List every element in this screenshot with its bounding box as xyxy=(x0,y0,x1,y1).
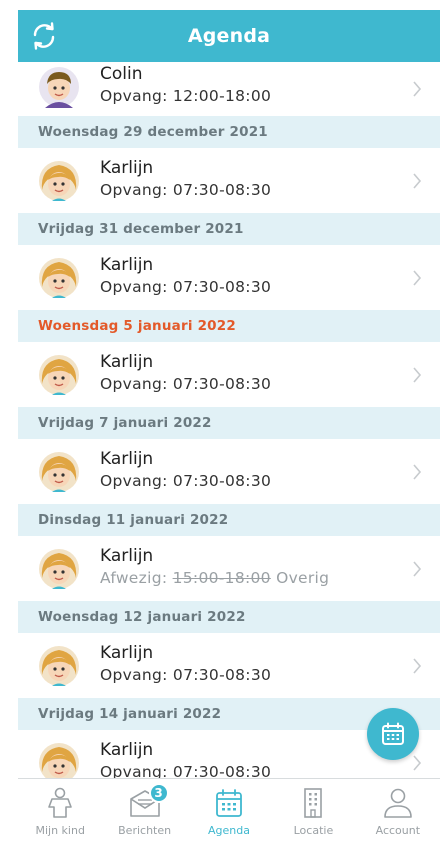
care-time: Opvang: 07:30-08:30 xyxy=(100,278,272,296)
date-header: Woensdag 12 januari 2022 xyxy=(18,601,440,633)
list-item[interactable]: Karlijn Opvang: 07:30-08:30 xyxy=(18,148,440,213)
date-header-today: Woensdag 5 januari 2022 xyxy=(18,310,440,342)
tab-label: Agenda xyxy=(208,824,250,837)
child-name: Colin xyxy=(100,64,143,84)
date-header: Vrijdag 31 december 2021 xyxy=(18,213,440,245)
chevron-right-icon xyxy=(413,81,422,97)
tab-label: Berichten xyxy=(118,824,172,837)
girl-avatar-icon xyxy=(39,645,79,686)
care-time: Opvang: 07:30-08:30 xyxy=(100,375,272,393)
calendar-icon xyxy=(216,789,242,817)
child-name: Karlijn xyxy=(100,643,154,663)
date-header: Dinsdag 11 januari 2022 xyxy=(18,504,440,536)
calendar-fab-button[interactable] xyxy=(367,708,419,760)
chevron-right-icon xyxy=(413,366,422,383)
child-icon xyxy=(48,787,73,818)
girl-avatar-icon xyxy=(39,160,79,201)
care-time: Opvang: 12:00-18:00 xyxy=(100,87,272,105)
care-time: Opvang: 07:30-08:30 xyxy=(100,763,272,778)
list-item[interactable]: Karlijn Opvang: 07:30-08:30 xyxy=(18,342,440,407)
list-item[interactable]: Karlijn Opvang: 07:30-08:30 xyxy=(18,245,440,310)
chevron-right-icon xyxy=(413,754,422,771)
tab-label: Mijn kind xyxy=(35,824,85,837)
absence-reason: Overig xyxy=(276,569,330,587)
date-header: Vrijdag 7 januari 2022 xyxy=(18,407,440,439)
girl-avatar-icon xyxy=(39,548,79,589)
care-time: Opvang: 07:30-08:30 xyxy=(100,181,272,199)
refresh-icon[interactable] xyxy=(28,20,60,52)
tab-locatie[interactable]: Locatie xyxy=(271,779,355,852)
page-title: Agenda xyxy=(187,25,271,47)
absence-detail: Afwezig: 15:00-18:00 Overig xyxy=(100,567,329,589)
calendar-icon xyxy=(382,722,404,745)
tab-mijn-kind[interactable]: Mijn kind xyxy=(18,779,102,852)
chevron-right-icon xyxy=(413,560,422,577)
list-item[interactable]: Colin Opvang: 12:00-18:00 xyxy=(18,62,440,116)
tab-account[interactable]: Account xyxy=(356,779,440,852)
child-name: Karlijn xyxy=(100,352,154,372)
chevron-right-icon xyxy=(413,269,422,286)
care-time: Opvang: 07:30-08:30 xyxy=(100,666,272,684)
tab-label: Locatie xyxy=(293,824,334,837)
boy-avatar-icon xyxy=(39,67,79,108)
list-item[interactable]: Karlijn Opvang: 07:30-08:30 xyxy=(18,439,440,504)
chevron-right-icon xyxy=(413,463,422,480)
tab-bar: Mijn kind 3 Berichten Agenda Locatie Acc… xyxy=(18,778,440,852)
unread-badge: 3 xyxy=(148,783,169,803)
building-icon xyxy=(304,788,323,818)
girl-avatar-icon xyxy=(39,451,79,492)
tab-agenda[interactable]: Agenda xyxy=(187,779,271,852)
care-time: Opvang: 07:30-08:30 xyxy=(100,472,272,490)
girl-avatar-icon xyxy=(39,742,79,778)
agenda-list[interactable]: Colin Opvang: 12:00-18:00 Woensdag 29 de… xyxy=(18,62,440,778)
chevron-right-icon xyxy=(413,172,422,189)
person-icon xyxy=(384,788,412,818)
child-name: Karlijn xyxy=(100,449,154,469)
child-name: Karlijn xyxy=(100,740,154,760)
app-header: Agenda xyxy=(18,10,440,62)
chevron-right-icon xyxy=(413,657,422,674)
tab-label: Account xyxy=(375,824,421,837)
date-header: Woensdag 29 december 2021 xyxy=(18,116,440,148)
absence-time: 15:00-18:00 xyxy=(172,569,271,587)
list-item[interactable]: Karlijn Afwezig: 15:00-18:00 Overig xyxy=(18,536,440,601)
absence-prefix: Afwezig: xyxy=(100,569,168,587)
child-name: Karlijn xyxy=(100,158,154,178)
child-name: Karlijn xyxy=(100,255,154,275)
list-item[interactable]: Karlijn Opvang: 07:30-08:30 xyxy=(18,633,440,698)
girl-avatar-icon xyxy=(39,257,79,298)
girl-avatar-icon xyxy=(39,354,79,395)
tab-berichten[interactable]: 3 Berichten xyxy=(102,779,186,852)
child-name: Karlijn xyxy=(100,546,154,566)
